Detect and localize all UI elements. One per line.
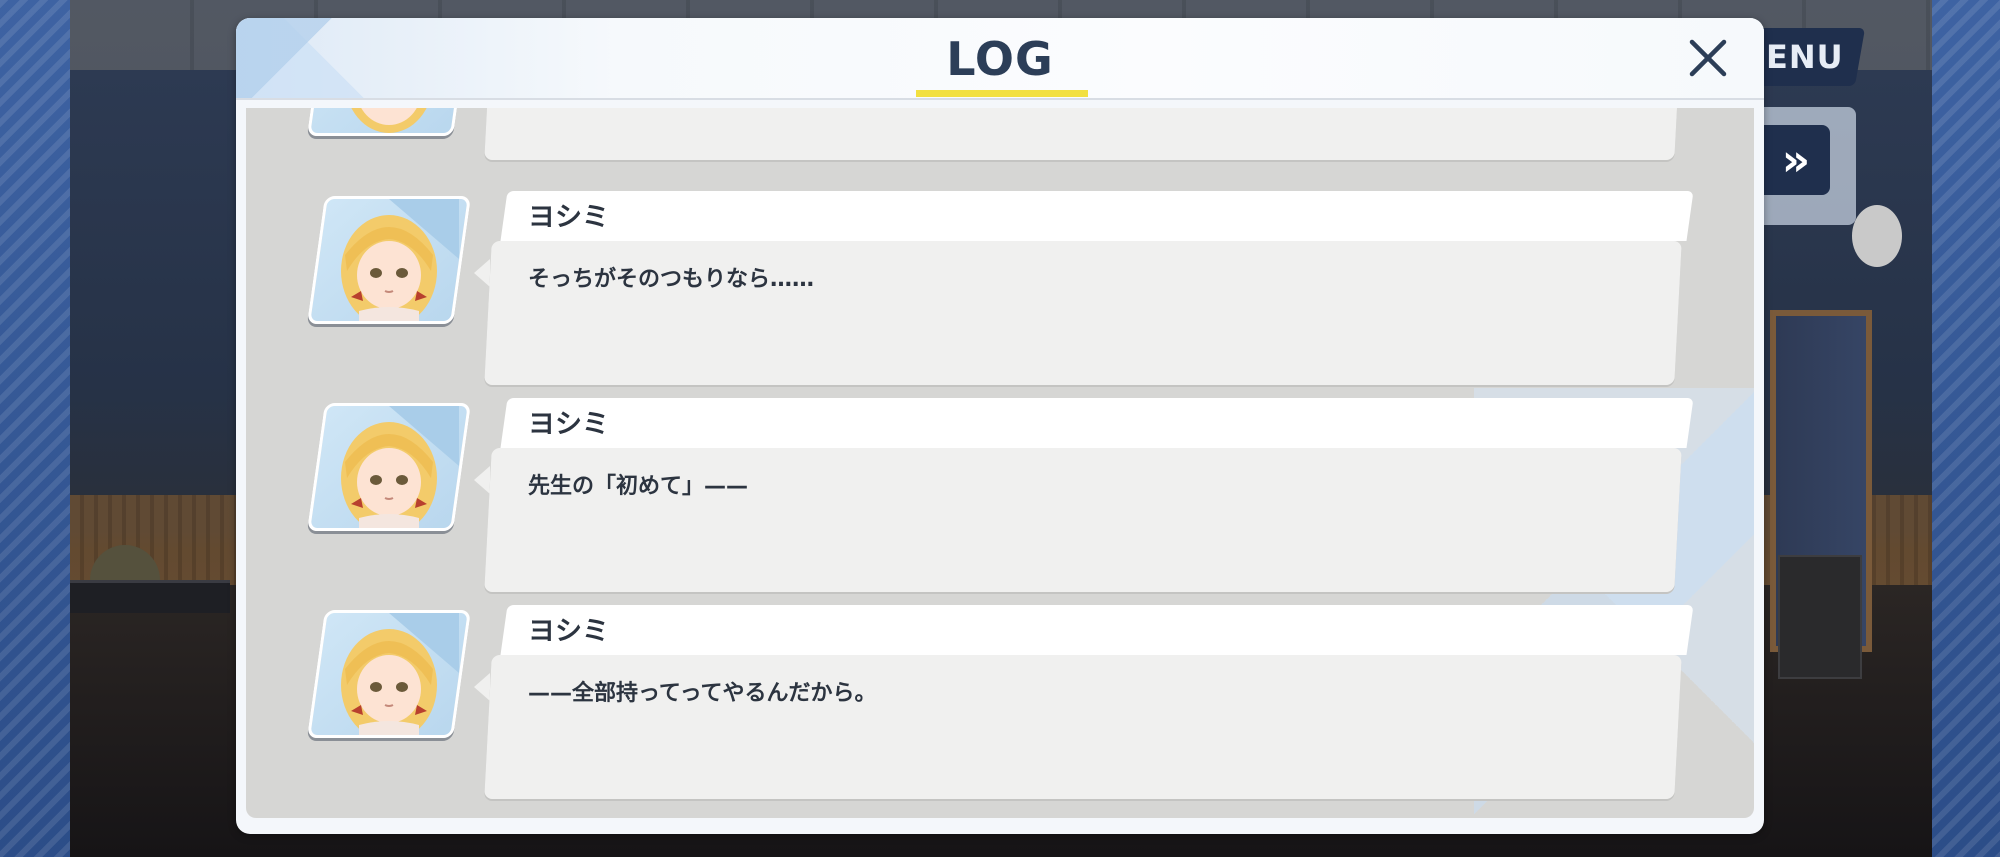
skip-button[interactable]: » [1748, 107, 1856, 225]
message-text: そっちがそのつもりなら…… [528, 267, 815, 292]
message-bubble [484, 108, 1682, 160]
speaker-avatar [307, 108, 471, 136]
log-entry: ヨシミ ——全部持ってってやるんだから。 [246, 605, 1754, 803]
bubble-pointer [474, 259, 490, 287]
close-button[interactable] [1682, 32, 1734, 84]
speaker-name: ヨシミ [528, 202, 609, 233]
amplifier [1778, 555, 1862, 679]
name-plate [500, 605, 1694, 655]
name-plate [500, 191, 1694, 241]
log-title: LOG [946, 32, 1054, 86]
message-text: 先生の「初めて」—— [528, 474, 749, 499]
name-plate [500, 398, 1694, 448]
skip-label: » [1781, 134, 1811, 186]
menu-label: ENU [1766, 38, 1844, 76]
fast-forward-icon: » [1754, 125, 1830, 195]
log-scroll-area[interactable]: ヨシミ そっちがそのつもりなら…… ヨシミ 先生の「初めて」—— ヨシミ ——全… [246, 108, 1754, 818]
log-dialog: LOG ヨシミ そっちがそのつもりなら…… ヨシミ 先生の「初めて」—— ヨシミ… [236, 18, 1764, 834]
speaker-avatar[interactable] [307, 403, 471, 531]
wall-clock [1852, 205, 1902, 267]
message-text: ——全部持ってってやるんだから。 [528, 681, 877, 706]
keyboard-instrument [70, 580, 230, 613]
log-scrollbar[interactable] [1740, 108, 1746, 818]
bubble-pointer [474, 673, 490, 701]
log-entry-partial [246, 108, 1754, 168]
speaker-avatar[interactable] [307, 196, 471, 324]
speaker-avatar[interactable] [307, 610, 471, 738]
log-entry: ヨシミ 先生の「初めて」—— [246, 398, 1754, 596]
close-icon [1689, 39, 1727, 77]
bubble-pointer [474, 466, 490, 494]
speaker-name: ヨシミ [528, 616, 609, 647]
speaker-name: ヨシミ [528, 409, 609, 440]
log-header: LOG [236, 18, 1764, 100]
title-underline [916, 90, 1088, 97]
log-entry: ヨシミ そっちがそのつもりなら…… [246, 191, 1754, 389]
